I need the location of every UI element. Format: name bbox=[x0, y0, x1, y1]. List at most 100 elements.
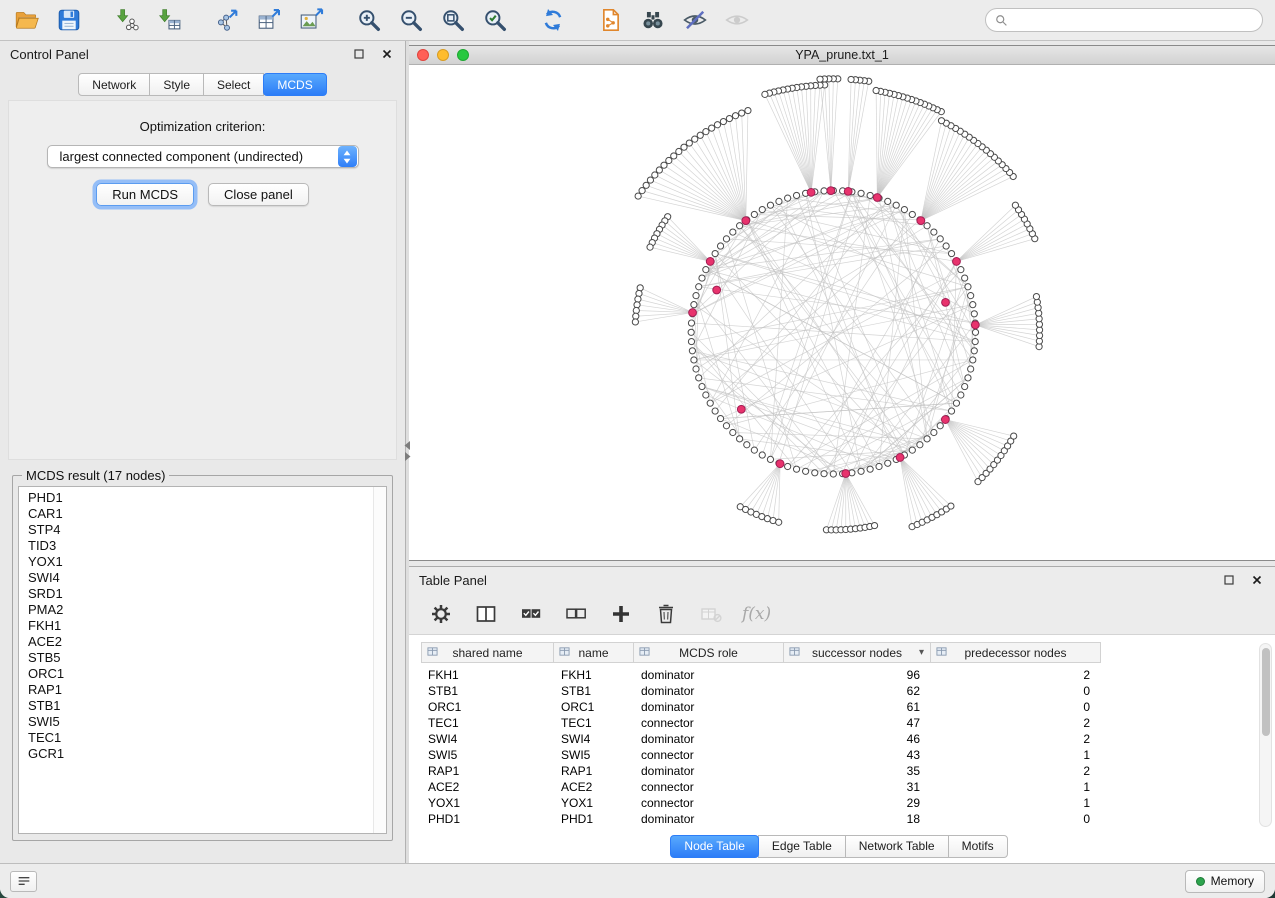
mcds-result-item[interactable]: GCR1 bbox=[19, 746, 386, 762]
memory-button[interactable]: Memory bbox=[1185, 870, 1265, 893]
first-neighbors-button[interactable] bbox=[638, 5, 668, 35]
cell-successor-nodes: 18 bbox=[784, 812, 931, 826]
show-details-button[interactable] bbox=[722, 5, 752, 35]
main-toolbar-groups bbox=[12, 5, 780, 35]
column-header-mcds-role[interactable]: MCDS role bbox=[634, 642, 784, 663]
mcds-result-item[interactable]: FKH1 bbox=[19, 618, 386, 634]
hide-details-button[interactable] bbox=[680, 5, 710, 35]
table-tab-motifs[interactable]: Motifs bbox=[948, 835, 1008, 858]
mcds-result-list[interactable]: PHD1CAR1STP4TID3YOX1SWI4SRD1PMA2FKH1ACE2… bbox=[18, 486, 387, 834]
column-header-shared-name[interactable]: shared name bbox=[421, 642, 554, 663]
table-row[interactable]: TEC1TEC1connector472 bbox=[421, 715, 1257, 731]
table-row[interactable]: SWI4SWI4dominator462 bbox=[421, 731, 1257, 747]
select-all-button[interactable] bbox=[517, 600, 545, 628]
search-input[interactable] bbox=[1013, 13, 1254, 27]
open-file-button[interactable] bbox=[12, 5, 42, 35]
column-header-name[interactable]: name bbox=[554, 642, 634, 663]
console-button[interactable] bbox=[10, 871, 37, 892]
save-session-button[interactable] bbox=[54, 5, 84, 35]
mcds-result-item[interactable]: STB5 bbox=[19, 650, 386, 666]
tab-network[interactable]: Network bbox=[78, 73, 150, 96]
cell-mcds-role: dominator bbox=[634, 732, 784, 746]
mcds-result-item[interactable]: TEC1 bbox=[19, 730, 386, 746]
search-box[interactable] bbox=[985, 8, 1263, 32]
cytoscape-window: Control Panel NetworkStyleSelectMCDS Opt… bbox=[0, 0, 1275, 898]
column-header-predecessor-nodes[interactable]: predecessor nodes bbox=[931, 642, 1101, 663]
show-columns-button[interactable] bbox=[472, 600, 500, 628]
table-options-button[interactable] bbox=[427, 600, 455, 628]
table-row[interactable]: RAP1RAP1dominator352 bbox=[421, 763, 1257, 779]
mcds-result-item[interactable]: ACE2 bbox=[19, 634, 386, 650]
mcds-result-item[interactable]: SWI5 bbox=[19, 714, 386, 730]
control-panel-float-button[interactable] bbox=[351, 46, 367, 62]
mcds-result-item[interactable]: STP4 bbox=[19, 522, 386, 538]
zoom-selected-button[interactable] bbox=[480, 5, 510, 35]
mcds-result-item[interactable]: YOX1 bbox=[19, 554, 386, 570]
apply-layout-button[interactable] bbox=[538, 5, 568, 35]
tab-mcds[interactable]: MCDS bbox=[263, 73, 326, 96]
export-table-button[interactable] bbox=[254, 5, 284, 35]
mcds-result-item[interactable]: PMA2 bbox=[19, 602, 386, 618]
deselect-all-button[interactable] bbox=[562, 600, 590, 628]
mcds-result-item[interactable]: CAR1 bbox=[19, 506, 386, 522]
table-panel-close-button[interactable] bbox=[1249, 572, 1265, 588]
cell-name: SWI5 bbox=[554, 748, 634, 762]
table-row[interactable]: YOX1YOX1connector291 bbox=[421, 795, 1257, 811]
mcds-result-item[interactable]: SRD1 bbox=[19, 586, 386, 602]
result-list-scrollbar[interactable] bbox=[373, 487, 386, 833]
splitter-collapse-icon[interactable] bbox=[403, 439, 412, 463]
table-row[interactable]: ACE2ACE2connector311 bbox=[421, 779, 1257, 795]
mcds-result-item[interactable]: SWI4 bbox=[19, 570, 386, 586]
cell-shared-name: STB1 bbox=[421, 684, 554, 698]
mcds-result-fieldset: MCDS result (17 nodes) PHD1CAR1STP4TID3Y… bbox=[12, 468, 393, 841]
function-builder-button[interactable]: f(x) bbox=[742, 604, 771, 624]
zoom-out-button[interactable] bbox=[396, 5, 426, 35]
network-window-titlebar[interactable]: YPA_prune.txt_1 bbox=[409, 46, 1275, 65]
table-row[interactable]: PHD1PHD1dominator180 bbox=[421, 811, 1257, 827]
table-scrollbar-thumb[interactable] bbox=[1262, 648, 1270, 736]
close-panel-button[interactable]: Close panel bbox=[208, 183, 309, 206]
control-panel-close-button[interactable] bbox=[379, 46, 395, 62]
table-row[interactable]: FKH1FKH1dominator962 bbox=[421, 667, 1257, 683]
import-table-button[interactable] bbox=[154, 5, 184, 35]
criterion-dropdown[interactable]: largest connected component (undirected) bbox=[47, 145, 359, 168]
zoom-in-button[interactable] bbox=[354, 5, 384, 35]
zoom-selected-icon bbox=[482, 7, 508, 33]
cell-mcds-role: dominator bbox=[634, 684, 784, 698]
import-network-button[interactable] bbox=[112, 5, 142, 35]
table-tab-node-table[interactable]: Node Table bbox=[670, 835, 759, 858]
cell-shared-name: SWI5 bbox=[421, 748, 554, 762]
share-document-button[interactable] bbox=[596, 5, 626, 35]
cell-shared-name: PHD1 bbox=[421, 812, 554, 826]
table-row[interactable]: SWI5SWI5connector431 bbox=[421, 747, 1257, 763]
table-scrollbar[interactable] bbox=[1259, 643, 1272, 827]
delete-table-button[interactable] bbox=[697, 600, 725, 628]
delete-column-button[interactable] bbox=[652, 600, 680, 628]
cell-predecessor-nodes: 1 bbox=[931, 748, 1101, 762]
import-table-icon bbox=[156, 7, 182, 33]
tab-select[interactable]: Select bbox=[203, 73, 264, 96]
table-tab-edge-table[interactable]: Edge Table bbox=[758, 835, 846, 858]
column-header-label: MCDS role bbox=[679, 646, 738, 660]
network-canvas[interactable] bbox=[409, 65, 1275, 560]
window-close-button[interactable] bbox=[417, 49, 429, 61]
table-row[interactable]: ORC1ORC1dominator610 bbox=[421, 699, 1257, 715]
window-zoom-button[interactable] bbox=[457, 49, 469, 61]
mcds-result-item[interactable]: STB1 bbox=[19, 698, 386, 714]
zoom-fit-button[interactable] bbox=[438, 5, 468, 35]
mcds-result-item[interactable]: PHD1 bbox=[19, 490, 386, 506]
table-row[interactable]: STB1STB1dominator620 bbox=[421, 683, 1257, 699]
add-column-button[interactable] bbox=[607, 600, 635, 628]
table-tab-network-table[interactable]: Network Table bbox=[845, 835, 949, 858]
window-minimize-button[interactable] bbox=[437, 49, 449, 61]
mcds-result-item[interactable]: TID3 bbox=[19, 538, 386, 554]
table-panel-float-button[interactable] bbox=[1221, 572, 1237, 588]
export-image-button[interactable] bbox=[296, 5, 326, 35]
column-header-successor-nodes[interactable]: successor nodes▾ bbox=[784, 642, 931, 663]
tab-style[interactable]: Style bbox=[149, 73, 204, 96]
mcds-result-item[interactable]: ORC1 bbox=[19, 666, 386, 682]
mcds-result-item[interactable]: RAP1 bbox=[19, 682, 386, 698]
export-network-button[interactable] bbox=[212, 5, 242, 35]
run-mcds-button[interactable]: Run MCDS bbox=[96, 183, 194, 206]
control-panel-header: Control Panel bbox=[0, 41, 405, 67]
